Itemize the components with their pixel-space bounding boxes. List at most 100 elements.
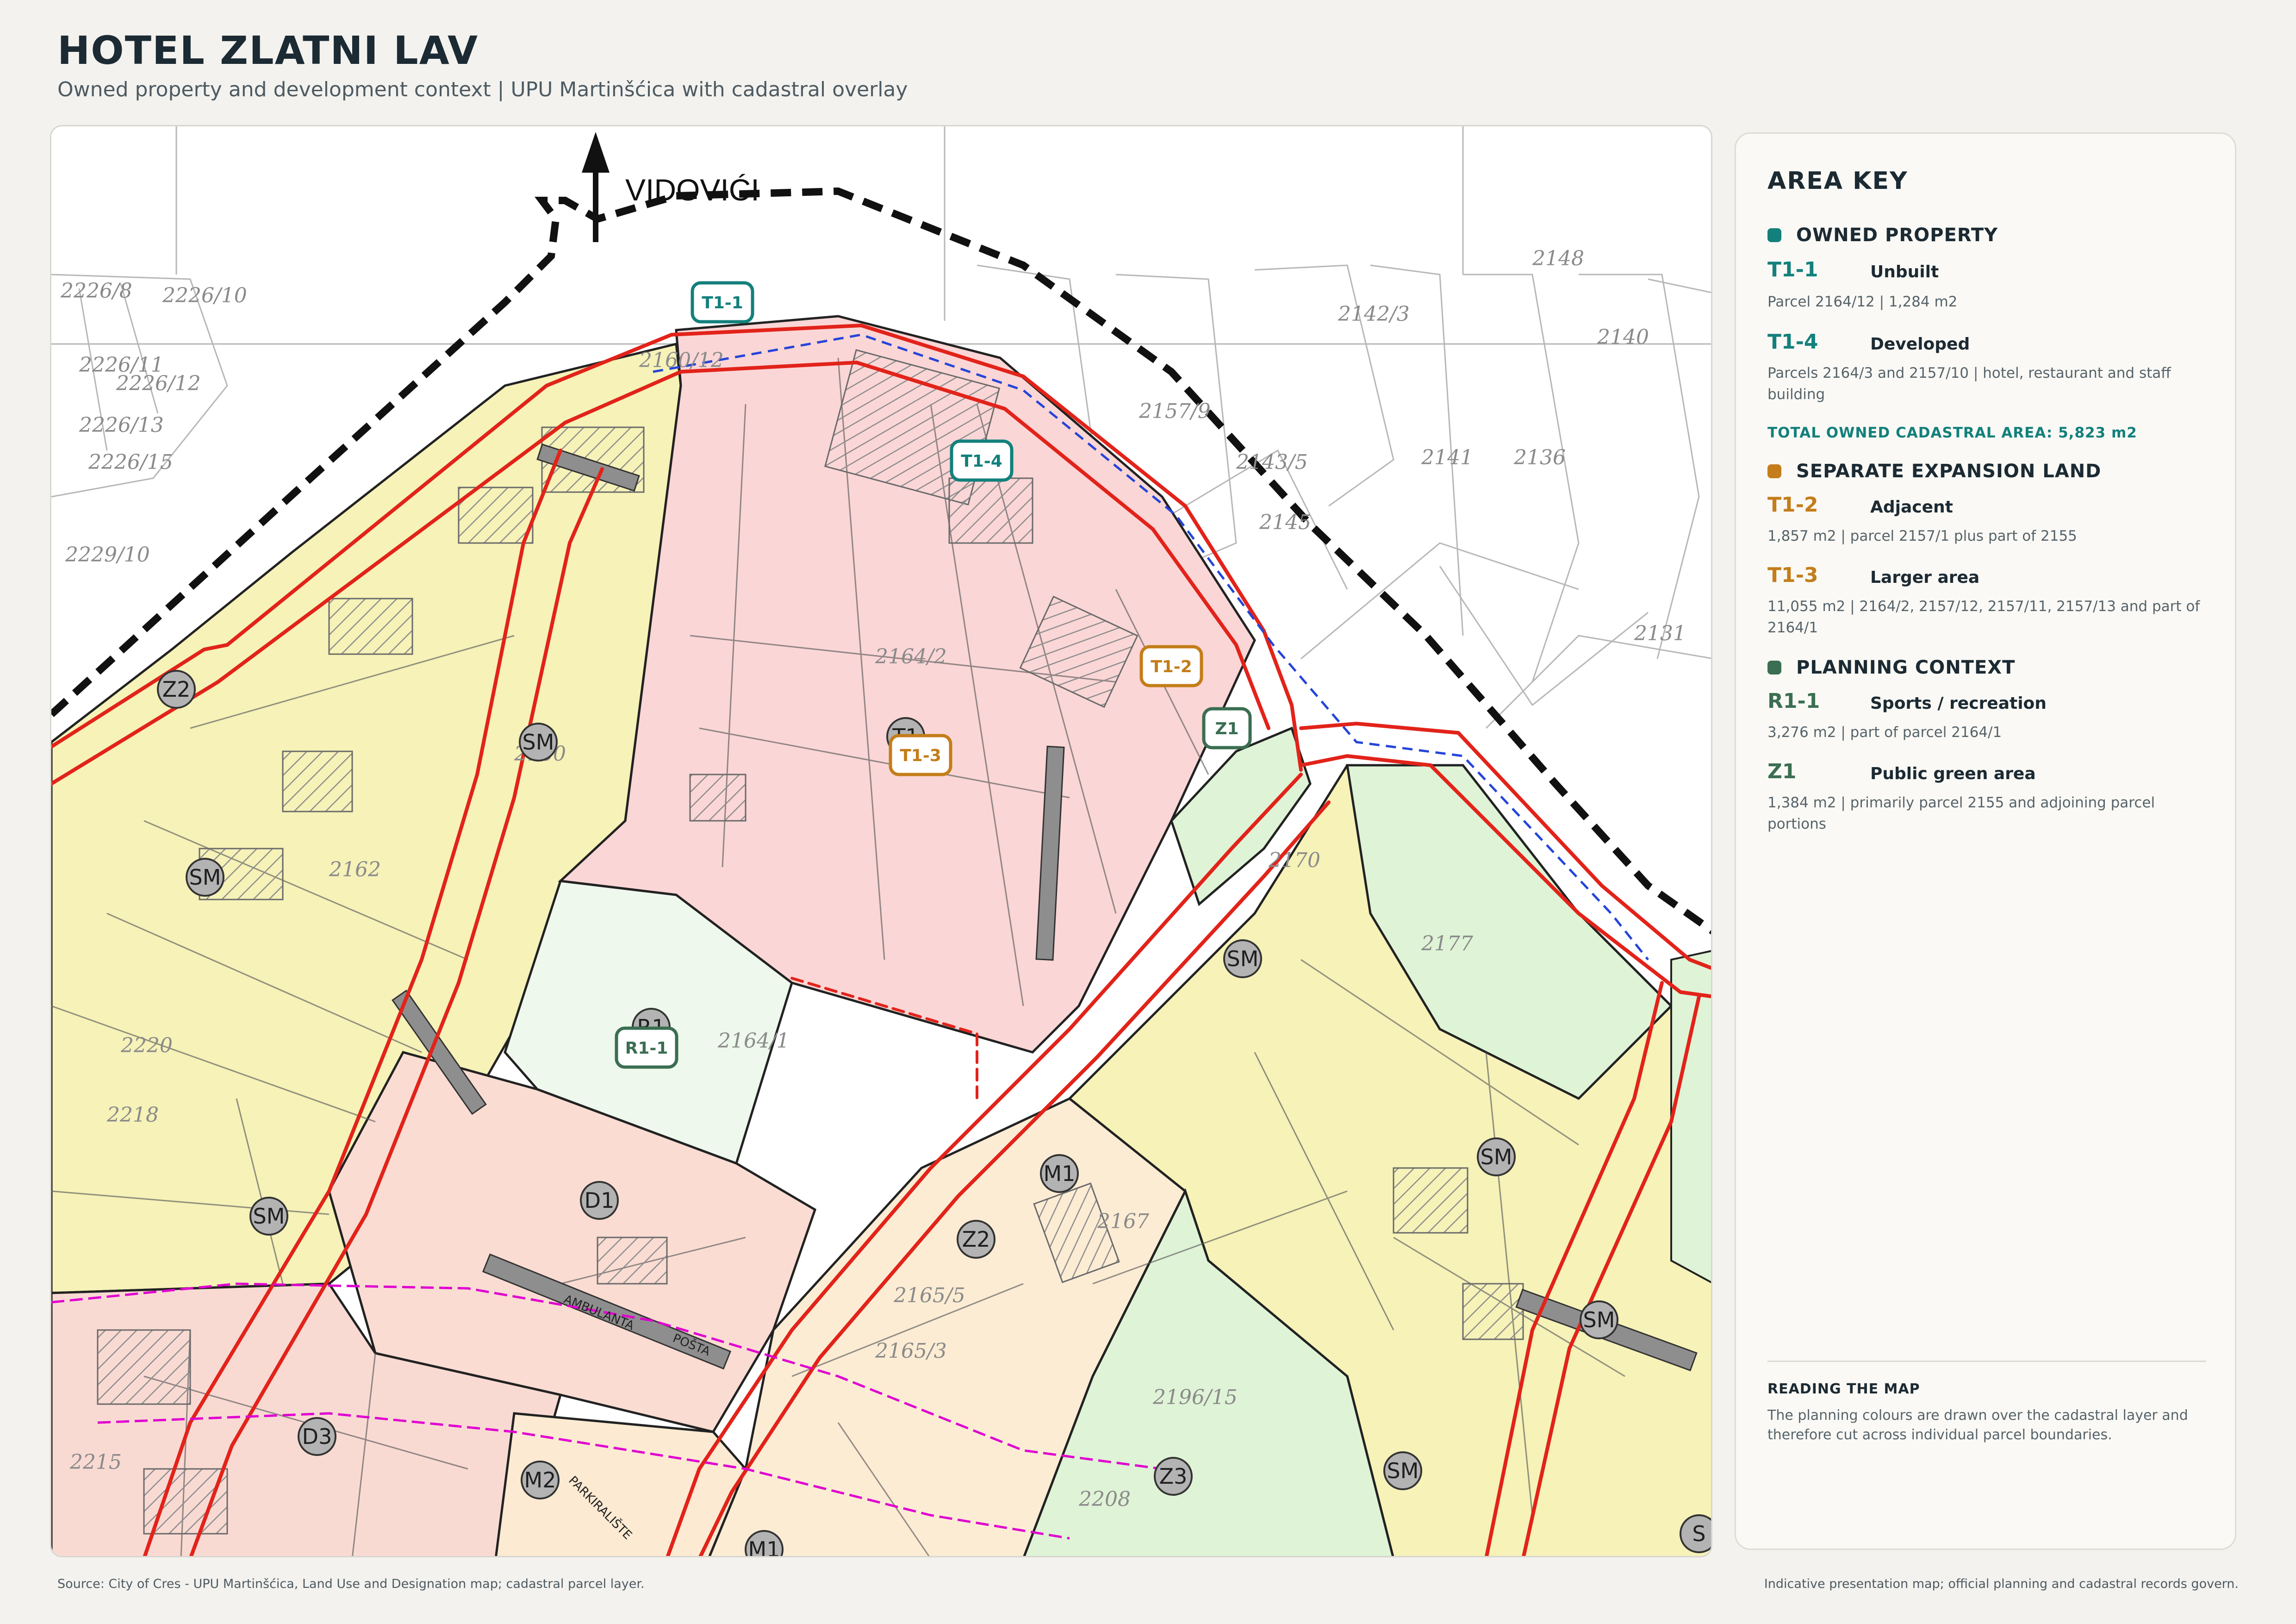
legend-name-t1-4: Developed xyxy=(1870,335,1970,354)
zone-text: S xyxy=(1692,1521,1705,1546)
zone-text: SM xyxy=(189,865,221,890)
parcel-number: 2157/9 xyxy=(1139,400,1211,423)
zone-label-z3: Z3 xyxy=(1154,1457,1193,1496)
legend-code-t1-2: T1-2 xyxy=(1767,493,1818,517)
zone-text: SM xyxy=(253,1204,285,1229)
legend-code-t1-4: T1-4 xyxy=(1767,330,1818,354)
legend-code-r1-1: R1-1 xyxy=(1767,689,1820,713)
parcel-number: 2165/3 xyxy=(875,1339,947,1363)
legend-desc-r1-1: 3,276 m2 | part of parcel 2164/1 xyxy=(1767,724,2002,741)
parcel-number: 2165/5 xyxy=(893,1284,965,1307)
legend-title: AREA KEY xyxy=(1767,167,1908,195)
zone-text: D3 xyxy=(302,1424,332,1449)
footer-source: Source: City of Cres - UPU Martinšćica, … xyxy=(57,1577,645,1591)
zone-text: SM xyxy=(1481,1144,1512,1169)
legend-desc-t1-3: 11,055 m2 | 2164/2, 2157/12, 2157/11, 21… xyxy=(1767,598,2200,636)
parcel-number: 2208 xyxy=(1078,1487,1131,1511)
legend-section-expansion: SEPARATE EXPANSION LAND xyxy=(1767,461,2101,482)
zone-label-z2: Z2 xyxy=(957,1220,996,1259)
zone-label-m1: M1 xyxy=(1040,1154,1079,1193)
badge-label: T1-2 xyxy=(1151,657,1192,676)
legend-desc-t1-1: Parcel 2164/12 | 1,284 m2 xyxy=(1767,294,1958,310)
zone-label-sm: SM xyxy=(519,723,558,762)
legend-panel: AREA KEY OWNED PROPERTY T1-1 Unbuilt Par… xyxy=(1735,132,2236,1550)
legend-name-t1-3: Larger area xyxy=(1870,568,1980,587)
badge-t1-4[interactable]: T1-4 xyxy=(950,439,1014,482)
parcel-number: 2220 xyxy=(120,1034,173,1057)
planning-color-swatch xyxy=(1767,661,1781,675)
parcel-number: 2162 xyxy=(329,858,381,881)
zone-text: M1 xyxy=(1044,1161,1076,1186)
zone-text: Z2 xyxy=(962,1227,990,1252)
parcel-number: 2141 xyxy=(1421,446,1473,469)
parcel-number: 2143/5 xyxy=(1236,450,1308,474)
zone-text: Z3 xyxy=(1159,1464,1188,1489)
parcel-number: 2229/10 xyxy=(65,543,150,567)
zone-label-sm: SM xyxy=(186,858,224,897)
zone-label-s: S xyxy=(1680,1514,1711,1553)
legend-desc-t1-2: 1,857 m2 | parcel 2157/1 plus part of 21… xyxy=(1767,528,2077,544)
badge-t1-1[interactable]: T1-1 xyxy=(691,281,754,324)
parcel-number: 2177 xyxy=(1421,932,1473,956)
footer-disclaimer: Indicative presentation map; official pl… xyxy=(1764,1577,2239,1591)
legend-desc-z1: 1,384 m2 | primarily parcel 2155 and adj… xyxy=(1767,794,2155,832)
badge-label: Z1 xyxy=(1215,719,1238,738)
zone-text: M1 xyxy=(748,1537,780,1557)
legend-name-t1-1: Unbuilt xyxy=(1870,262,1939,281)
zone-text: SM xyxy=(1387,1458,1419,1483)
zone-label-sm: SM xyxy=(1223,939,1262,978)
parcel-number: 2218 xyxy=(106,1103,159,1127)
legend-desc-t1-4: Parcels 2164/3 and 2157/10 | hotel, rest… xyxy=(1767,365,2171,403)
zone-text: SM xyxy=(1583,1307,1615,1332)
zone-text: SM xyxy=(1227,946,1259,971)
parcel-number: 2142/3 xyxy=(1338,302,1410,326)
badge-t1-3[interactable]: T1-3 xyxy=(889,734,952,776)
reading-title: READING THE MAP xyxy=(1767,1381,1920,1397)
parcel-number: 2215 xyxy=(69,1450,122,1474)
parcel-number: 2145 xyxy=(1259,511,1311,534)
zone-label-m2: M2 xyxy=(521,1461,560,1499)
parcel-number: 2167 xyxy=(1097,1210,1149,1233)
zone-label-d1: D1 xyxy=(580,1181,619,1220)
zone-z-far-right xyxy=(1670,950,1711,1284)
badge-label: T1-4 xyxy=(961,452,1002,471)
badge-label: R1-1 xyxy=(625,1039,668,1058)
page-title: HOTEL ZLATNI LAV xyxy=(57,28,479,73)
legend-code-t1-1: T1-1 xyxy=(1767,258,1818,281)
parcel-number: 2164/2 xyxy=(875,645,947,668)
parcel-number: 2170 xyxy=(1268,849,1320,872)
parcel-number: 2148 xyxy=(1532,247,1584,270)
page-subtitle: Owned property and development context |… xyxy=(57,78,908,101)
owned-color-swatch xyxy=(1767,228,1781,242)
legend-code-z1: Z1 xyxy=(1767,760,1797,783)
parcel-number: 2136 xyxy=(1513,446,1566,469)
zone-text: M2 xyxy=(524,1468,556,1493)
parcel-number: 2226/13 xyxy=(79,413,164,437)
zone-label-z2: Z2 xyxy=(157,670,196,709)
parcel-number: 2226/12 xyxy=(116,372,201,395)
zone-text: D1 xyxy=(585,1188,615,1213)
legend-name-z1: Public green area xyxy=(1870,764,2036,783)
parcel-number: 2164/1 xyxy=(717,1029,790,1053)
parcel-number: 2160/12 xyxy=(639,349,724,372)
badge-t1-2[interactable]: T1-2 xyxy=(1139,645,1203,687)
legend-section-owned: OWNED PROPERTY xyxy=(1767,225,1998,246)
reading-text: The planning colours are drawn over the … xyxy=(1767,1407,2188,1443)
map-canvas[interactable]: VIDOVIĆI 2226/8 2226/102226/112226/122226… xyxy=(51,126,1712,1557)
legend-total-owned: TOTAL OWNED CADASTRAL AREA: 5,823 m2 xyxy=(1767,425,2137,441)
zone-label-d3: D3 xyxy=(298,1417,336,1456)
legend-name-t1-2: Adjacent xyxy=(1870,498,1953,517)
parcel-number: 2226/15 xyxy=(88,450,173,474)
legend-divider xyxy=(1767,1361,2206,1362)
badge-label: T1-1 xyxy=(702,294,743,312)
map-panel[interactable]: VIDOVIĆI 2226/8 2226/10 2226/11 2226/12 2226… xyxy=(50,125,1712,1557)
expansion-color-swatch xyxy=(1767,464,1781,478)
zone-label-sm: SM xyxy=(1580,1300,1618,1339)
badge-r1-1[interactable]: R1-1 xyxy=(615,1026,678,1069)
north-label: VIDOVIĆI xyxy=(625,173,759,207)
legend-code-t1-3: T1-3 xyxy=(1767,563,1818,587)
parcel-number: 2196/15 xyxy=(1152,1386,1238,1409)
badge-z1[interactable]: Z1 xyxy=(1202,707,1252,750)
legend-section-planning: PLANNING CONTEXT xyxy=(1767,657,2015,678)
zone-label-sm: SM xyxy=(1477,1137,1516,1176)
